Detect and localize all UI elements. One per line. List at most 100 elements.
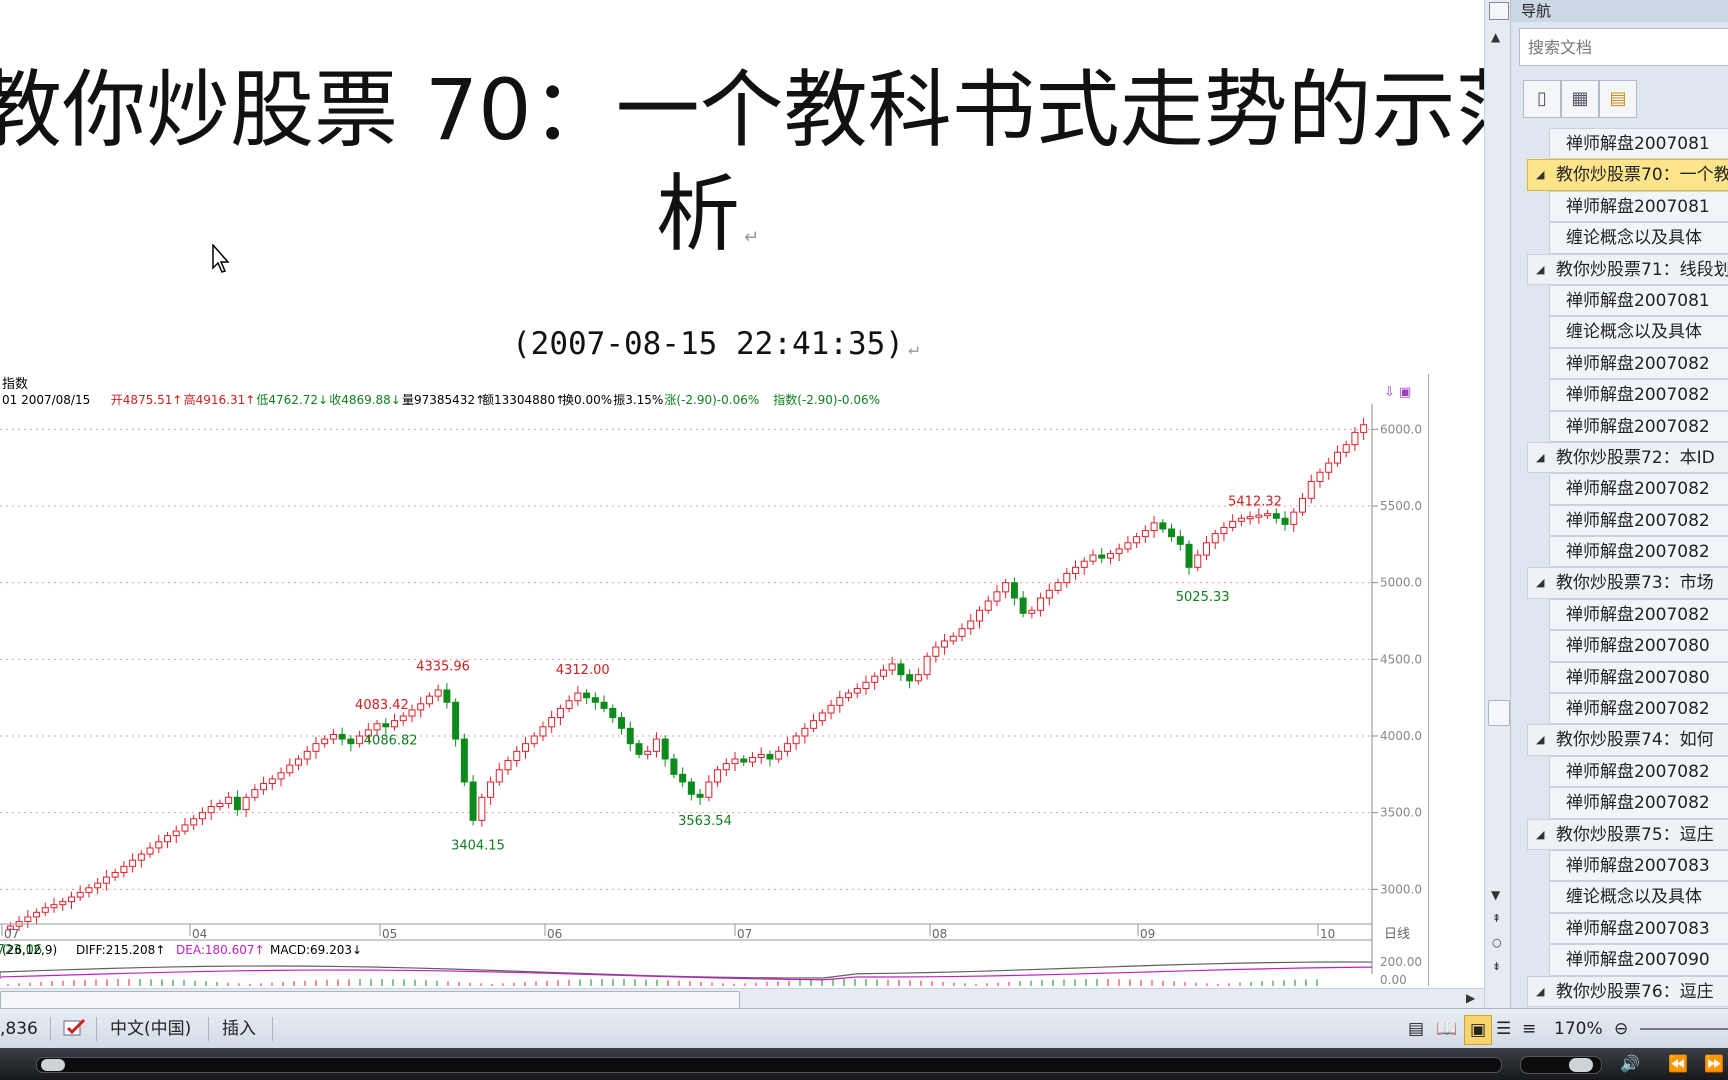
candle-body (1220, 526, 1228, 535)
y-tick-label: 3000.0 (1380, 882, 1422, 896)
nav-heading-1[interactable]: ◢ 教你炒股票70：一个教 (1527, 159, 1728, 191)
word-count[interactable]: ,836 (0, 1009, 38, 1049)
nav-subheading-13[interactable]: 禅师解盘2007082 (1549, 536, 1728, 568)
nav-item-label: 禅师解盘2007082 (1566, 699, 1710, 720)
nav-heading-14[interactable]: ◢ 教你炒股票73：市场 (1527, 567, 1728, 599)
candle-body (853, 687, 861, 694)
playback-progress-knob[interactable] (41, 1059, 65, 1071)
horizontal-scroll-thumb[interactable] (0, 991, 740, 1009)
scroll-up-icon[interactable]: ▲ (1491, 30, 1500, 44)
macd-dea: DEA:180.607↑ (176, 943, 265, 957)
period-label: 日线 (1384, 927, 1410, 942)
collapse-triangle-icon[interactable]: ◢ (1536, 160, 1544, 190)
status-bar: ,836 中文(中国) 插入 ▤ 📖 ▣ ☰ ≡ 170% ⊖ (0, 1008, 1728, 1049)
collapse-triangle-icon[interactable]: ◢ (1536, 725, 1544, 755)
scroll-right-icon[interactable]: ▶ (1466, 991, 1475, 1005)
nav-subheading-2[interactable]: 禅师解盘2007081 (1549, 190, 1728, 223)
macd-tick-label: 0.00 (1380, 973, 1407, 986)
candle-body (914, 674, 922, 682)
playback-progress-slider[interactable] (36, 1057, 1502, 1073)
nav-subheading-8[interactable]: 禅师解盘2007082 (1549, 379, 1728, 411)
candle-body (277, 772, 285, 780)
nav-heading-10[interactable]: ◢ 教你炒股票72：本ID (1527, 441, 1728, 474)
nav-subheading-21[interactable]: 禅师解盘2007082 (1549, 787, 1728, 819)
nav-subheading-12[interactable]: 禅师解盘2007082 (1549, 504, 1728, 537)
document-page: 教你炒股票 70：一个教科书式走势的示范分 析 ↵ (2007-08-15 22:… (0, 0, 1484, 988)
candle-body (635, 743, 643, 755)
search-document-input[interactable]: 搜索文档 (1519, 28, 1728, 66)
nav-heading-27[interactable]: ◢ 教你炒股票76：逗庄 (1527, 975, 1728, 1007)
nav-subheading-3[interactable]: 缠论概念以及具体 (1549, 222, 1728, 254)
horizontal-scrollbar[interactable]: ▶ (0, 988, 1484, 1009)
collapse-triangle-icon[interactable]: ◢ (1536, 568, 1544, 598)
candle-body (190, 818, 198, 826)
nav-subheading-24[interactable]: 缠论概念以及具体 (1549, 881, 1728, 913)
volume-slider[interactable] (1520, 1056, 1602, 1074)
prev-page-icon[interactable]: ⇞ (1492, 912, 1501, 925)
nav-subheading-26[interactable]: 禅师解盘2007090 (1549, 944, 1728, 976)
nav-subheading-7[interactable]: 禅师解盘2007082 (1549, 347, 1728, 380)
nav-item-label: 禅师解盘2007082 (1566, 793, 1710, 814)
candle-body (76, 891, 84, 898)
nav-item-label: 禅师解盘2007081 (1566, 290, 1710, 311)
zoom-level[interactable]: 170% (1554, 1009, 1603, 1049)
speaker-icon[interactable]: 🔊 (1620, 1054, 1640, 1073)
web-layout-view-icon[interactable]: ▣ (1464, 1015, 1492, 1045)
nav-heading-19[interactable]: ◢ 教你炒股票74：如何 (1527, 724, 1728, 756)
ruler-toggle-icon[interactable] (1489, 2, 1509, 20)
nav-subheading-11[interactable]: 禅师解盘2007082 (1549, 473, 1728, 505)
candle-body (513, 750, 521, 762)
nav-subheading-25[interactable]: 禅师解盘2007083 (1549, 912, 1728, 945)
nav-heading-4[interactable]: ◢ 教你炒股票71：线段划 (1527, 253, 1728, 285)
print-layout-view-icon[interactable]: ▤ (1408, 1009, 1424, 1049)
nav-item-label: 禅师解盘2007083 (1566, 918, 1710, 939)
collapse-triangle-icon[interactable]: ◢ (1536, 443, 1544, 473)
nav-subheading-0[interactable]: 禅师解盘2007081 (1549, 128, 1728, 160)
collapse-triangle-icon[interactable]: ◢ (1536, 977, 1544, 1007)
draft-view-icon[interactable]: ≡ (1522, 1009, 1536, 1049)
candle-body (198, 812, 206, 820)
browse-object-icon[interactable]: ○ (1492, 936, 1502, 949)
next-page-icon[interactable]: ⇟ (1492, 960, 1501, 973)
tab-headings[interactable]: ▯ (1523, 80, 1561, 118)
candle-body (504, 760, 512, 771)
collapse-triangle-icon[interactable]: ◢ (1536, 255, 1544, 285)
volume-knob[interactable] (1569, 1058, 1593, 1072)
language-indicator[interactable]: 中文(中国) (110, 1009, 191, 1049)
nav-subheading-17[interactable]: 禅师解盘2007080 (1549, 661, 1728, 694)
scroll-down-icon[interactable]: ▼ (1491, 888, 1500, 902)
nav-subheading-18[interactable]: 禅师解盘2007082 (1549, 693, 1728, 725)
spell-check-icon[interactable] (62, 1009, 88, 1049)
candle-body (810, 720, 818, 729)
candle-body (574, 692, 582, 702)
fast-forward-icon[interactable]: ⏩ (1704, 1054, 1724, 1073)
full-screen-reading-icon[interactable]: 📖 (1436, 1009, 1457, 1049)
rewind-icon[interactable]: ⏪ (1668, 1054, 1688, 1073)
candle-body (748, 756, 756, 763)
tab-results[interactable]: ▤ (1599, 80, 1637, 118)
vertical-scrollbar[interactable]: ▲ ▼ ⇞ ○ ⇟ (1484, 0, 1511, 1008)
nav-subheading-23[interactable]: 禅师解盘2007083 (1549, 849, 1728, 882)
nav-subheading-5[interactable]: 禅师解盘2007081 (1549, 284, 1728, 317)
candle-body (984, 600, 992, 611)
nav-item-label: 禅师解盘2007083 (1566, 855, 1710, 876)
collapse-triangle-icon[interactable]: ◢ (1536, 820, 1544, 850)
nav-subheading-20[interactable]: 禅师解盘2007082 (1549, 755, 1728, 788)
zoom-slider[interactable] (1640, 1028, 1728, 1030)
nav-subheading-15[interactable]: 禅师解盘2007082 (1549, 598, 1728, 631)
candle-body (1237, 517, 1245, 522)
tab-pages[interactable]: ▦ (1561, 80, 1599, 118)
nav-item-label: 禅师解盘2007082 (1566, 479, 1710, 500)
vertical-scroll-thumb[interactable] (1488, 700, 1510, 726)
outline-view-icon[interactable]: ☰ (1496, 1009, 1511, 1049)
candle-body (600, 701, 608, 709)
insert-mode-indicator[interactable]: 插入 (222, 1009, 256, 1049)
nav-subheading-6[interactable]: 缠论概念以及具体 (1549, 316, 1728, 348)
nav-subheading-9[interactable]: 禅师解盘2007082 (1549, 410, 1728, 442)
nav-item-label: 缠论概念以及具体 (1566, 887, 1702, 908)
nav-heading-22[interactable]: ◢ 教你炒股票75：逗庄 (1527, 818, 1728, 850)
candle-body (801, 727, 809, 737)
zoom-out-icon[interactable]: ⊖ (1614, 1009, 1628, 1049)
candle-body (495, 769, 503, 783)
nav-subheading-16[interactable]: 禅师解盘2007080 (1549, 630, 1728, 662)
